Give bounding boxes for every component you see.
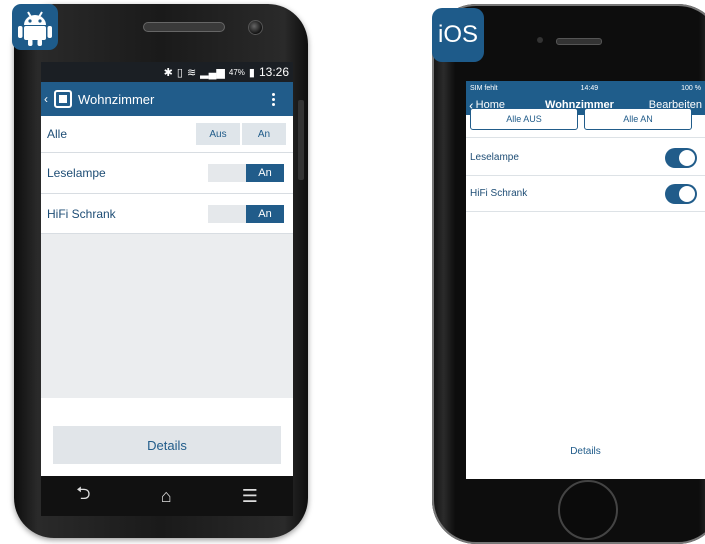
home-button[interactable]	[558, 480, 618, 540]
divider	[466, 137, 705, 138]
on-state: An	[246, 164, 284, 182]
iphone-speaker	[556, 38, 602, 45]
android-screen: ✱ ▯ ≋ ▂▄▆ 47% ▮ 13:26 ‹ Wohnzimmer Alle …	[41, 62, 293, 476]
all-off-button[interactable]: Alle AUS	[470, 108, 578, 130]
device-toggle[interactable]: An	[208, 164, 284, 182]
home-icon[interactable]: ⌂	[161, 486, 172, 507]
status-time: 14:49	[580, 84, 599, 92]
device-label: HiFi Schrank	[47, 206, 116, 221]
details-button[interactable]: Details	[53, 426, 281, 464]
on-state: An	[246, 205, 284, 223]
overflow-menu-icon[interactable]	[272, 92, 275, 106]
android-toolbar: ‹ Wohnzimmer	[41, 82, 293, 116]
device-switch[interactable]	[665, 183, 697, 204]
all-row: Alle Aus An	[41, 116, 293, 153]
all-off-button[interactable]: Aus	[196, 123, 240, 145]
android-camera	[248, 20, 263, 35]
android-logo-icon	[12, 4, 58, 50]
back-arrow-icon[interactable]: ‹	[44, 92, 54, 106]
device-row: HiFi Schrank An	[41, 194, 293, 234]
device-row: HiFi Schrank	[466, 176, 705, 212]
android-status-bar: ✱ ▯ ≋ ▂▄▆ 47% ▮ 13:26	[41, 62, 293, 82]
battery-icon: ▮	[248, 66, 255, 79]
signal-icon: ▂▄▆	[200, 66, 225, 79]
ios-badge: iOS	[432, 8, 484, 62]
android-nav-bar: ⮌ ⌂ ☰	[41, 476, 293, 516]
battery-percent: 100 %	[681, 84, 701, 92]
device-label: Leselampe	[47, 166, 106, 180]
device-switch[interactable]	[665, 147, 697, 168]
carrier-label: SIM fehlt	[470, 84, 498, 92]
page-title: Wohnzimmer	[78, 91, 155, 107]
notification-icon: ▯	[176, 66, 183, 79]
iphone-camera	[537, 37, 543, 43]
bluetooth-icon: ✱	[163, 66, 173, 79]
android-earpiece	[143, 22, 225, 32]
device-label: HiFi Schrank	[470, 188, 528, 199]
app-icon	[54, 90, 72, 108]
status-time: 13:26	[258, 65, 289, 79]
ios-status-bar: SIM fehlt 14:49 100 %	[466, 81, 705, 95]
device-label: Leselampe	[470, 152, 519, 163]
device-row: Leselampe An	[41, 153, 293, 194]
iphone-screen: SIM fehlt 14:49 100 % ‹ Home Wohnzimmer …	[466, 81, 705, 479]
details-button[interactable]: Details	[466, 446, 705, 457]
android-robot-icon	[18, 11, 52, 46]
battery-percent: 47%	[228, 67, 245, 77]
all-label: Alle	[47, 127, 68, 141]
back-icon[interactable]: ⮌	[76, 481, 90, 511]
wifi-icon: ≋	[186, 66, 197, 79]
all-on-button[interactable]: An	[242, 123, 286, 145]
device-toggle[interactable]: An	[208, 205, 284, 223]
all-on-button[interactable]: Alle AN	[584, 108, 692, 130]
menu-icon[interactable]: ☰	[242, 486, 258, 507]
android-side-button	[298, 100, 304, 180]
device-row: Leselampe	[466, 140, 705, 176]
